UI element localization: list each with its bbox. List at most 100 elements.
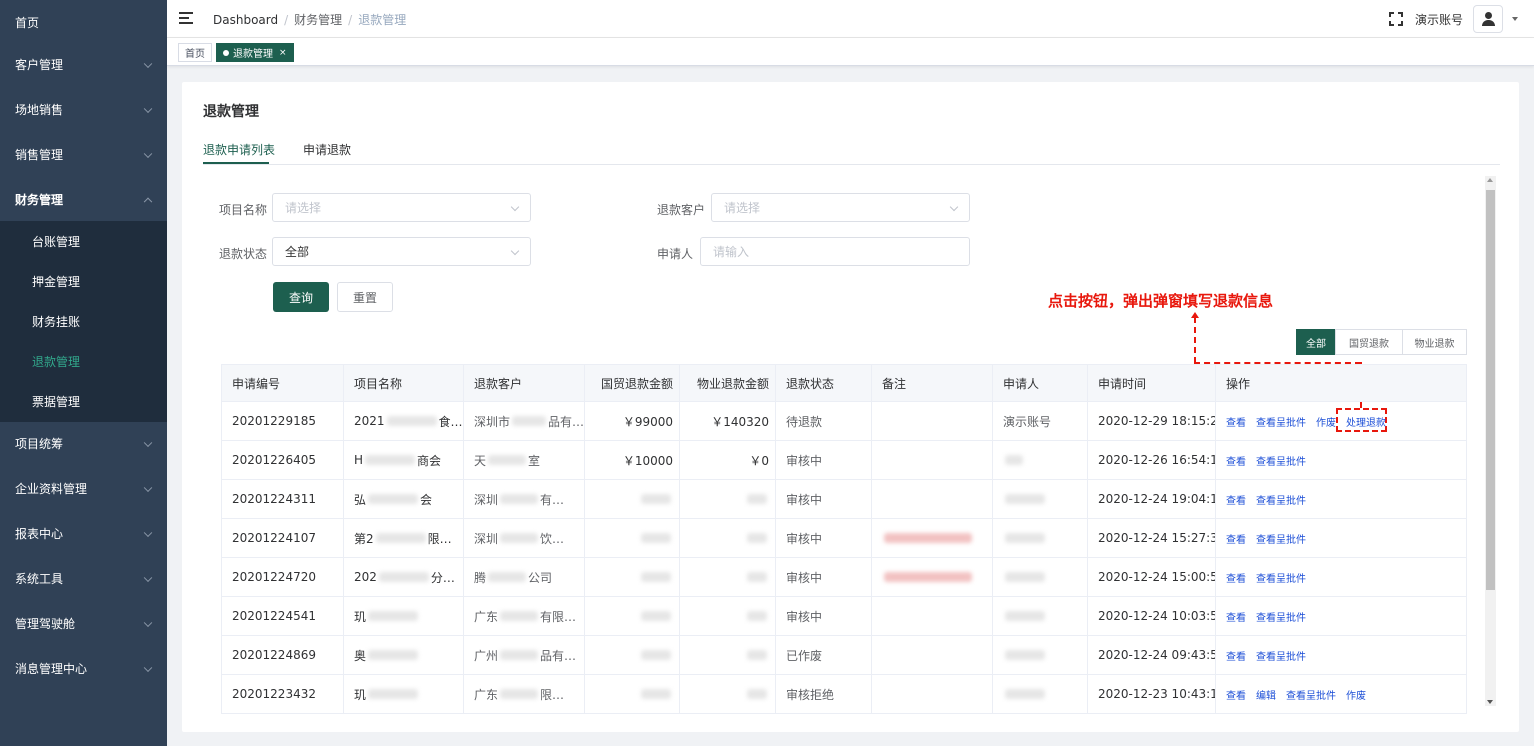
close-icon[interactable]: × xyxy=(279,48,287,58)
cell-gm-amount: ￥10000 xyxy=(585,441,680,479)
reset-button[interactable]: 重置 xyxy=(337,282,393,312)
cell-applicant xyxy=(993,597,1088,635)
cell-remark xyxy=(872,558,993,596)
breadcrumb-finance[interactable]: 财务管理 xyxy=(294,13,342,27)
cell-status: 审核中 xyxy=(776,558,872,596)
fullscreen-icon[interactable] xyxy=(1389,12,1403,26)
sidebar-item-company-docs[interactable]: 企业资料管理 xyxy=(0,466,167,511)
sidebar-item-label: 企业资料管理 xyxy=(15,482,88,496)
cell-id: 20201229185 xyxy=(222,402,344,440)
view-approval-link[interactable]: 查看呈批件 xyxy=(1256,492,1306,507)
account-name[interactable]: 演示账号 xyxy=(1415,11,1463,28)
status-text: 待退款 xyxy=(786,414,823,429)
view-approval-link[interactable]: 查看呈批件 xyxy=(1256,414,1306,429)
sidebar-item-venue-sales[interactable]: 场地销售 xyxy=(0,87,167,132)
applicant-input[interactable]: 请输入 xyxy=(700,237,970,266)
tag-home[interactable]: 首页 xyxy=(178,43,212,62)
sidebar-item-cockpit[interactable]: 管理驾驶舱 xyxy=(0,601,167,646)
view-approval-link[interactable]: 查看呈批件 xyxy=(1256,453,1306,468)
edit-link[interactable]: 编辑 xyxy=(1256,687,1276,702)
view-approval-link[interactable]: 查看呈批件 xyxy=(1256,648,1306,663)
view-approval-link[interactable]: 查看呈批件 xyxy=(1256,570,1306,585)
void-link[interactable]: 作废 xyxy=(1316,414,1336,429)
cell-id: 20201224720 xyxy=(222,558,344,596)
view-link[interactable]: 查看 xyxy=(1226,570,1246,585)
sidebar-item-system-tools[interactable]: 系统工具 xyxy=(0,556,167,601)
sidebar-subitem-deposit[interactable]: 押金管理 xyxy=(0,261,167,301)
view-link[interactable]: 查看 xyxy=(1226,648,1246,663)
view-link[interactable]: 查看 xyxy=(1226,414,1246,429)
avatar[interactable] xyxy=(1473,5,1503,33)
chevron-down-icon xyxy=(510,202,520,212)
table-row: 20201226405 H 商会天室 ￥10000 ￥0 审核中 2020-12-26 16… xyxy=(222,441,1467,480)
cell-customer: 广东 有限… xyxy=(464,597,585,635)
cell-customer: 深圳 有… xyxy=(464,480,585,518)
scroll-down-icon[interactable] xyxy=(1487,700,1493,704)
project-select[interactable]: 请选择 xyxy=(272,193,531,222)
scrollbar-thumb[interactable] xyxy=(1486,190,1495,590)
sidebar-subitem-refund[interactable]: 退款管理 xyxy=(0,341,167,381)
cell-wy-amount xyxy=(680,519,776,557)
gm-amount: ￥10000 xyxy=(622,453,673,468)
project-name-head: 玑 xyxy=(354,609,367,624)
chevron-up-icon xyxy=(143,197,153,206)
sidebar-item-messages[interactable]: 消息管理中心 xyxy=(0,646,167,691)
sidebar-item-finance[interactable]: 财务管理 xyxy=(0,177,167,222)
scroll-up-icon[interactable] xyxy=(1487,178,1493,182)
void-link[interactable]: 作废 xyxy=(1346,687,1366,702)
tab-apply-refund[interactable]: 申请退款 xyxy=(303,141,351,164)
customer-label: 退款客户 xyxy=(657,203,706,217)
sidebar-subitem-ledger[interactable]: 台账管理 xyxy=(0,221,167,261)
wy-amount: ￥0 xyxy=(749,453,769,468)
customer-select[interactable]: 请选择 xyxy=(711,193,970,222)
sidebar-subitem-account-hold[interactable]: 财务挂账 xyxy=(0,301,167,341)
sidebar-item-sales[interactable]: 销售管理 xyxy=(0,132,167,177)
segment-wy-refund[interactable]: 物业退款 xyxy=(1402,329,1467,355)
segment-all[interactable]: 全部 xyxy=(1296,329,1336,355)
process-refund-link[interactable]: 处理退款 xyxy=(1346,414,1386,429)
redacted-text xyxy=(375,533,426,543)
sidebar-item-customers[interactable]: 客户管理 xyxy=(0,42,167,87)
segment-gm-refund[interactable]: 国贸退款 xyxy=(1335,329,1403,355)
table-row: 20201229185 2021 食… 深圳市 品有… ￥99000 ￥140320 待退款 演… xyxy=(222,402,1467,441)
view-link[interactable]: 查看 xyxy=(1226,531,1246,546)
view-approval-link[interactable]: 查看呈批件 xyxy=(1256,609,1306,624)
breadcrumb-dashboard[interactable]: Dashboard xyxy=(213,13,278,27)
view-approval-link[interactable]: 查看呈批件 xyxy=(1286,687,1336,702)
cell-time: 2020-12-24 09:43:50 xyxy=(1088,636,1216,674)
status-select[interactable]: 全部 xyxy=(272,237,531,266)
caret-down-icon[interactable] xyxy=(1512,17,1518,21)
tag-refund[interactable]: 退款管理 × xyxy=(216,43,294,62)
view-link[interactable]: 查看 xyxy=(1226,453,1246,468)
query-button[interactable]: 查询 xyxy=(273,282,329,312)
view-link[interactable]: 查看 xyxy=(1226,687,1246,702)
redacted-text xyxy=(1005,533,1045,543)
cell-remark xyxy=(872,636,993,674)
column-header: 申请人 xyxy=(993,365,1088,401)
customer-name-tail: 有限… xyxy=(540,609,577,624)
sidebar-item-home[interactable]: 首页 xyxy=(0,0,167,45)
user-icon xyxy=(1485,12,1492,19)
cell-gm-amount xyxy=(585,636,680,674)
customer-name-head: 腾 xyxy=(474,570,487,585)
refund-id: 20201224541 xyxy=(232,609,316,623)
cell-ops: 查看 查看呈批件 xyxy=(1216,597,1467,635)
vertical-scrollbar[interactable] xyxy=(1485,176,1496,706)
view-link[interactable]: 查看 xyxy=(1226,492,1246,507)
sidebar: 首页 客户管理 场地销售 销售管理 财务管理 台账管理 押金管理 财务挂账 退款… xyxy=(0,0,167,746)
tab-refund-list[interactable]: 退款申请列表 xyxy=(203,141,275,164)
sidebar-item-reports[interactable]: 报表中心 xyxy=(0,511,167,556)
sidebar-subitem-invoice[interactable]: 票据管理 xyxy=(0,381,167,421)
view-link[interactable]: 查看 xyxy=(1226,609,1246,624)
cell-applicant xyxy=(993,558,1088,596)
customer-name-tail: 饮… xyxy=(540,531,565,546)
redacted-text xyxy=(747,533,767,543)
cell-ops: 查看 查看呈批件 xyxy=(1216,636,1467,674)
redacted-text xyxy=(641,572,671,582)
hamburger-icon[interactable] xyxy=(179,12,193,24)
cell-id: 20201224869 xyxy=(222,636,344,674)
view-approval-link[interactable]: 查看呈批件 xyxy=(1256,531,1306,546)
tag-label: 首页 xyxy=(185,49,205,60)
sidebar-item-projects[interactable]: 项目统筹 xyxy=(0,421,167,466)
cell-status: 审核中 xyxy=(776,441,872,479)
